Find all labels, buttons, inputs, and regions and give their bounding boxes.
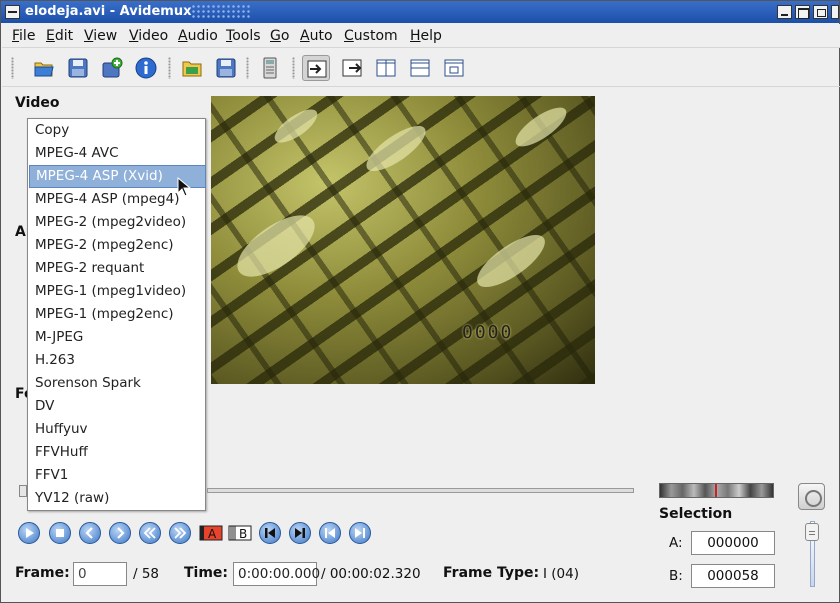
frame-total: / 58 — [133, 566, 160, 582]
marker-b-label: B — [239, 527, 247, 541]
menu-auto[interactable]: Auto — [300, 28, 333, 44]
codec-option-ffv1[interactable]: FFV1 — [29, 464, 206, 487]
selection-b-label: B: — [669, 568, 683, 584]
selection-title: Selection — [659, 506, 733, 522]
codec-option-mpeg4-avc[interactable]: MPEG-4 AVC — [29, 142, 206, 165]
video-preview: 0000 — [211, 96, 595, 384]
volume-icon[interactable] — [798, 483, 825, 510]
menu-custom[interactable]: Custom — [344, 28, 398, 44]
title-bar: elodeja.avi - Avidemux — [1, 1, 839, 23]
side-by-side-view-icon[interactable] — [372, 55, 400, 81]
timeline-slider-handle[interactable] — [19, 485, 27, 497]
maximize-button[interactable] — [795, 5, 810, 19]
frame-input[interactable]: 0 — [73, 562, 127, 586]
menu-edit[interactable]: Edit — [46, 28, 73, 44]
previous-frame-button[interactable] — [79, 522, 101, 544]
toolbar — [2, 49, 840, 87]
codec-option-mpeg2-mpeg2video[interactable]: MPEG-2 (mpeg2video) — [29, 211, 206, 234]
menu-file[interactable]: File — [12, 28, 35, 44]
codec-option-copy[interactable]: Copy — [29, 119, 206, 142]
set-marker-a-button[interactable]: A — [199, 523, 223, 543]
previous-keyframe-button[interactable] — [139, 522, 161, 544]
codec-option-h263[interactable]: H.263 — [29, 349, 206, 372]
toolbar-grip — [246, 57, 249, 79]
window-title: elodeja.avi - Avidemux — [25, 4, 192, 19]
go-to-marker-a-button[interactable] — [259, 522, 281, 544]
marker-a-label: A — [208, 527, 217, 541]
minimize-button[interactable] — [777, 5, 792, 19]
codec-option-mjpeg[interactable]: M-JPEG — [29, 326, 206, 349]
avidemux-window: elodeja.avi - Avidemux File Edit View Vi… — [0, 0, 840, 603]
audio-level-meter — [659, 483, 774, 498]
menu-go[interactable]: Go — [270, 28, 289, 44]
codec-option-mpeg1-mpeg1video[interactable]: MPEG-1 (mpeg1video) — [29, 280, 206, 303]
top-bottom-view-icon[interactable] — [406, 55, 434, 81]
time-label: Time: — [184, 565, 229, 581]
codec-option-dv[interactable]: DV — [29, 395, 206, 418]
video-section-label: Video — [15, 95, 60, 111]
next-keyframe-button[interactable] — [169, 522, 191, 544]
frame-counter-overlay: 0000 — [462, 322, 514, 343]
open-image-folder-icon[interactable] — [178, 55, 206, 81]
info-icon[interactable] — [132, 55, 160, 81]
play-button[interactable] — [18, 522, 40, 544]
volume-slider-handle[interactable] — [805, 523, 819, 541]
frame-label: Frame: — [15, 565, 70, 581]
toolbar-grip — [168, 57, 171, 79]
stop-button[interactable] — [49, 522, 71, 544]
menu-video[interactable]: Video — [129, 28, 168, 44]
codec-option-ffvhuff[interactable]: FFVHuff — [29, 441, 206, 464]
selection-a-label: A: — [669, 535, 683, 551]
toolbar-grip — [11, 57, 14, 79]
output-view-icon[interactable] — [338, 55, 366, 81]
menu-view[interactable]: View — [84, 28, 117, 44]
menubar: File Edit View Video Audio Tools Go Auto… — [2, 24, 840, 48]
set-marker-b-button[interactable]: B — [228, 523, 252, 543]
titlebar-pattern — [191, 4, 251, 20]
frame-type-value: I (04) — [543, 566, 579, 582]
append-icon[interactable] — [98, 55, 126, 81]
open-folder-icon[interactable] — [30, 55, 58, 81]
menu-help[interactable]: Help — [410, 28, 442, 44]
shade-button[interactable] — [813, 5, 828, 19]
codec-option-huffyuv[interactable]: Huffyuv — [29, 418, 206, 441]
next-frame-button[interactable] — [109, 522, 131, 544]
close-button[interactable] — [831, 5, 839, 19]
time-input[interactable]: 0:00:00.000 — [233, 562, 320, 586]
codec-option-sorenson-spark[interactable]: Sorenson Spark — [29, 372, 206, 395]
input-view-icon[interactable] — [302, 55, 330, 81]
codec-option-mpeg2-requant[interactable]: MPEG-2 requant — [29, 257, 206, 280]
calculator-icon[interactable] — [256, 55, 284, 81]
timeline-slider[interactable] — [207, 488, 634, 493]
time-total: / 00:00:02.320 — [321, 566, 421, 582]
go-to-first-frame-button[interactable] — [319, 522, 341, 544]
go-to-last-frame-button[interactable] — [349, 522, 371, 544]
save-image-icon[interactable] — [212, 55, 240, 81]
selection-a-field[interactable]: 000000 — [691, 531, 775, 555]
save-icon[interactable] — [64, 55, 92, 81]
separate-view-icon[interactable] — [440, 55, 468, 81]
menu-audio[interactable]: Audio — [178, 28, 218, 44]
codec-option-mpeg1-mpeg2enc[interactable]: MPEG-1 (mpeg2enc) — [29, 303, 206, 326]
go-to-marker-b-button[interactable] — [289, 522, 311, 544]
codec-option-mpeg2-mpeg2enc[interactable]: MPEG-2 (mpeg2enc) — [29, 234, 206, 257]
mouse-pointer-icon — [177, 177, 191, 197]
toolbar-grip — [292, 57, 295, 79]
frame-type-label: Frame Type: — [443, 565, 540, 581]
selection-b-field[interactable]: 000058 — [691, 564, 775, 588]
window-menu-button[interactable] — [5, 5, 20, 19]
menu-tools[interactable]: Tools — [226, 28, 261, 44]
codec-option-yv12-raw[interactable]: YV12 (raw) — [29, 487, 206, 510]
